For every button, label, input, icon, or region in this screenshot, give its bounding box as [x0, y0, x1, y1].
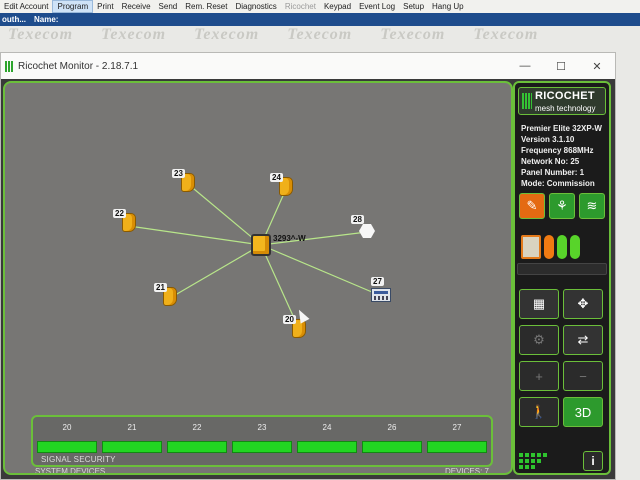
edit-wand-button[interactable]: ✎ — [519, 193, 545, 219]
zoom-in-button[interactable]: + — [519, 361, 559, 391]
menu-setup[interactable]: Setup — [399, 0, 428, 13]
signal-bar — [37, 441, 97, 453]
window-title: Ricochet Monitor - 2.18.7.1 — [18, 60, 139, 72]
panel-mode: Mode: Commission — [521, 179, 595, 188]
brand-name: RICOCHET — [535, 90, 595, 102]
window-titlebar[interactable]: Ricochet Monitor - 2.18.7.1 — ☐ ✕ — [1, 53, 615, 79]
panel-model: Premier Elite 32XP-W — [521, 124, 602, 133]
device-type-buttons — [521, 235, 580, 259]
system-devices-bar: SYSTEM DEVICES DEVICES: 7 — [9, 467, 509, 475]
minimize-button[interactable]: — — [507, 60, 543, 72]
brand-subtitle: mesh technology — [535, 104, 596, 113]
settings-buttons: ⚙ ⇄ — [519, 325, 603, 355]
system-devices-label: SYSTEM DEVICES — [35, 467, 106, 475]
infobar-name-label: Name: — [34, 15, 59, 24]
signal-column-20: 20 — [35, 423, 99, 453]
link-27 — [260, 244, 380, 296]
menu-event-log[interactable]: Event Log — [355, 0, 399, 13]
panel-number: Panel Number: 1 — [521, 168, 585, 177]
green-device-icon-2[interactable] — [570, 235, 580, 259]
menu-edit-account[interactable]: Edit Account — [0, 0, 52, 13]
signal-bar — [167, 441, 227, 453]
infobar-left-text: outh... — [2, 15, 26, 24]
panel-hub-icon — [251, 234, 271, 256]
signal-column-27: 27 — [425, 423, 489, 453]
signal-column-23: 23 — [230, 423, 294, 453]
menu-keypad[interactable]: Keypad — [320, 0, 355, 13]
menu-ricochet[interactable]: Ricochet — [281, 0, 320, 13]
zoom-buttons: + − — [519, 361, 603, 391]
ricochet-brand: RICOCHET mesh technology — [518, 87, 606, 115]
swap-button[interactable]: ⇄ — [563, 325, 603, 355]
ricochet-monitor-window: Ricochet Monitor - 2.18.7.1 — ☐ ✕ 3293^-… — [0, 52, 616, 480]
signal-bar — [362, 441, 422, 453]
signal-bar — [427, 441, 487, 453]
ricochet-app-icon — [5, 60, 14, 72]
orange-device-icon[interactable] — [544, 235, 554, 259]
signal-column-24: 24 — [295, 423, 359, 453]
menu-program[interactable]: Program — [52, 0, 94, 13]
signal-bar — [297, 441, 357, 453]
signal-security-caption: SIGNAL SECURITY — [41, 455, 116, 464]
signal-column-26: 26 — [360, 423, 424, 453]
walk-test-button[interactable]: 🚶 — [519, 397, 559, 427]
menu-send[interactable]: Send — [155, 0, 182, 13]
network-tree-button[interactable]: ⚘ — [549, 193, 575, 219]
menu-receive[interactable]: Receive — [118, 0, 155, 13]
three-d-button[interactable]: 3D — [563, 397, 603, 427]
zoom-out-button[interactable]: − — [563, 361, 603, 391]
menu-hang-up[interactable]: Hang Up — [428, 0, 468, 13]
gear-icon[interactable]: ⚙ — [519, 325, 559, 355]
status-strip — [517, 263, 607, 275]
expand-view-button[interactable]: ✥ — [563, 289, 603, 319]
info-button[interactable]: i — [583, 451, 603, 471]
hub-label: 3293^-W — [273, 234, 306, 243]
walk-3d-buttons: 🚶 3D — [519, 397, 603, 427]
status-leds — [519, 453, 547, 469]
menu-print[interactable]: Print — [93, 0, 117, 13]
ricochet-logo-icon — [522, 93, 532, 109]
mode-buttons: ✎ ⚘ ≋ — [519, 193, 605, 219]
green-device-icon[interactable] — [557, 235, 567, 259]
host-menubar: Edit Account Program Print Receive Send … — [0, 0, 640, 13]
keypad-icon — [371, 288, 391, 302]
account-infobar: outh... Name: — [0, 13, 640, 26]
signal-column-21: 21 — [100, 423, 164, 453]
panel-info: Premier Elite 32XP-W Version 3.1.10 Freq… — [521, 123, 609, 189]
menu-rem-reset[interactable]: Rem. Reset — [181, 0, 231, 13]
control-side-panel: RICOCHET mesh technology Premier Elite 3… — [513, 81, 611, 475]
devices-count: DEVICES: 7 — [444, 467, 489, 475]
panel-version: Version 3.1.10 — [521, 135, 575, 144]
panel-frequency: Frequency 868MHz — [521, 146, 594, 155]
menu-diagnostics[interactable]: Diagnostics — [231, 0, 280, 13]
mesh-network-map[interactable]: 3293^-W 23 24 22 28 27 21 20 20 21 22 23… — [3, 81, 513, 475]
link-21 — [169, 244, 262, 299]
panel-device-icon[interactable] — [521, 235, 541, 259]
signal-column-22: 22 — [165, 423, 229, 453]
network-number: Network No: 25 — [521, 157, 580, 166]
monitor-content: 3293^-W 23 24 22 28 27 21 20 20 21 22 23… — [1, 79, 615, 479]
close-button[interactable]: ✕ — [579, 60, 615, 73]
signal-security-panel: 20 21 22 23 24 26 27 SIGNAL SECURITY — [31, 415, 493, 467]
grid-view-button[interactable]: ▦ — [519, 289, 559, 319]
signal-wave-button[interactable]: ≋ — [579, 193, 605, 219]
maximize-button[interactable]: ☐ — [543, 60, 579, 73]
view-buttons: ▦ ✥ — [519, 289, 603, 319]
signal-bar — [232, 441, 292, 453]
signal-bar — [102, 441, 162, 453]
